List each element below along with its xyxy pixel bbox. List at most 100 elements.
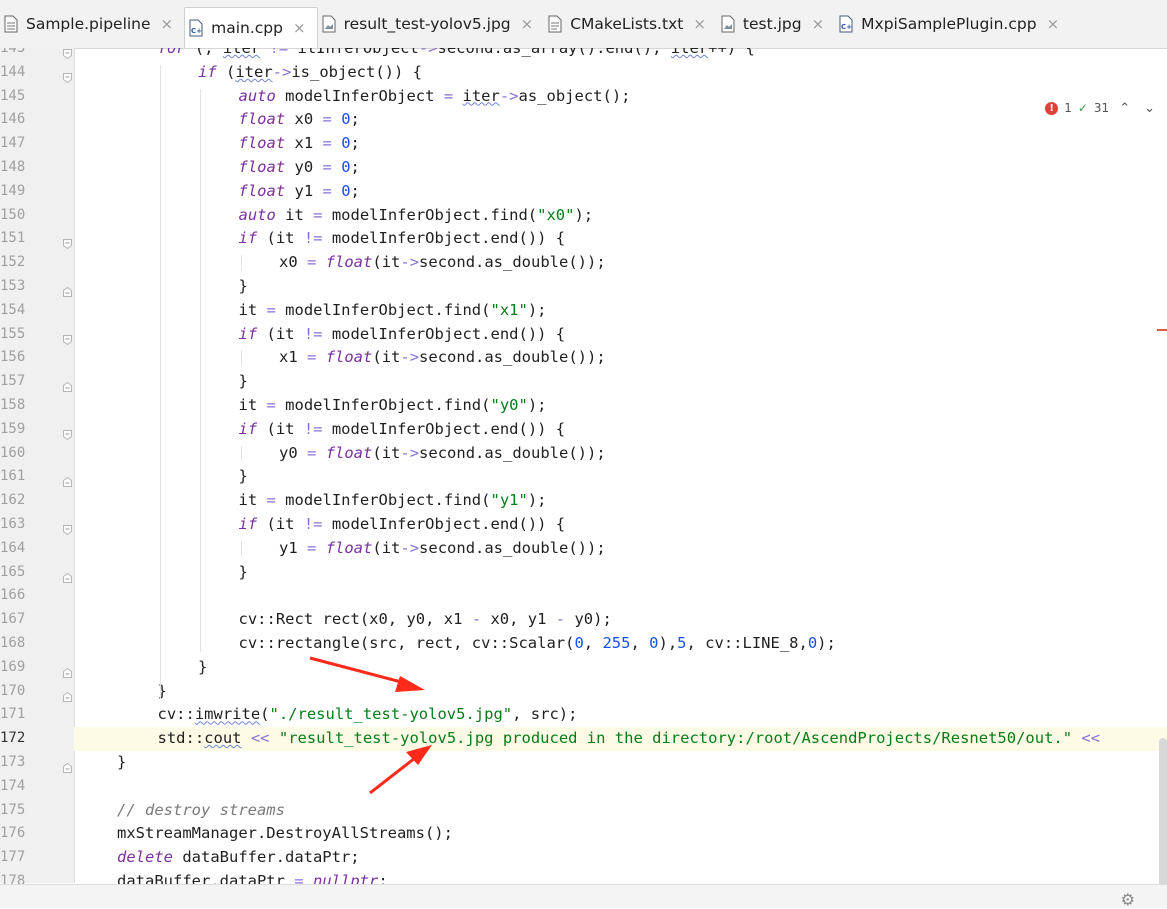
fold-end-icon[interactable] (63, 471, 72, 488)
code-text[interactable]: y0 = float(it->second.as_double()); (279, 442, 606, 466)
tab-test-jpg[interactable]: test.jpg × (717, 4, 835, 44)
code-line[interactable]: 157} (0, 370, 1167, 394)
close-icon[interactable]: × (812, 15, 825, 33)
code-line[interactable]: 155 if (it != modelInferObject.end()) { (0, 323, 1167, 347)
code-text[interactable]: // destroy streams (117, 799, 285, 823)
code-text[interactable]: x1 = float(it->second.as_double()); (279, 346, 606, 370)
fold-end-icon[interactable] (63, 567, 72, 583)
code-line[interactable]: 148 float y0 = 0; (0, 156, 1167, 180)
code-text[interactable]: it = modelInferObject.find("x1"); (239, 299, 547, 323)
inspection-widget[interactable]: ! 1 ✓ 31 ⌃ ⌄ (1045, 99, 1159, 117)
code-line[interactable]: 164 y1 = float(it->second.as_double()); (0, 537, 1167, 561)
code-line[interactable]: 147 float x1 = 0; (0, 132, 1167, 156)
close-icon[interactable]: × (521, 15, 534, 33)
vertical-scrollbar-thumb[interactable] (1159, 738, 1167, 903)
code-text[interactable]: delete dataBuffer.dataPtr; (117, 846, 360, 870)
code-text[interactable]: } (117, 751, 126, 775)
code-text[interactable]: mxStreamManager.DestroyAllStreams(); (117, 822, 453, 846)
code-text[interactable]: float x1 = 0; (239, 132, 360, 156)
code-text[interactable]: float y1 = 0; (239, 180, 360, 204)
code-line[interactable]: 177 delete dataBuffer.dataPtr; (0, 846, 1167, 870)
code-line[interactable]: 172 std::cout << "result_test-yolov5.jpg … (0, 727, 1167, 751)
code-line[interactable]: 161} (0, 465, 1167, 489)
tab-result-test-yolov5-jpg[interactable]: result_test-yolov5.jpg × (318, 4, 545, 44)
fold-collapse-icon[interactable] (63, 519, 72, 536)
fold-collapse-icon[interactable] (63, 67, 72, 83)
code-text[interactable]: } (239, 561, 248, 585)
code-line[interactable]: 154 it = modelInferObject.find("x1"); (0, 299, 1167, 323)
tab-cmakelists-txt[interactable]: CMakeLists.txt × (544, 4, 717, 44)
warning-count[interactable]: 31 (1094, 101, 1109, 115)
code-text[interactable]: } (239, 370, 248, 394)
fold-end-icon[interactable] (63, 757, 72, 773)
code-line[interactable]: 153} (0, 275, 1167, 299)
code-line[interactable]: 163 if (it != modelInferObject.end()) { (0, 513, 1167, 537)
tab-main-cpp[interactable]: C+ main.cpp × (184, 7, 318, 48)
code-line[interactable]: 162 it = modelInferObject.find("y1"); (0, 489, 1167, 513)
tab-mxpisampleplugin-cpp[interactable]: C+ MxpiSamplePlugin.cpp × (835, 4, 1070, 44)
fold-collapse-icon[interactable] (63, 48, 72, 60)
code-text[interactable]: auto it = modelInferObject.find("x0"); (239, 204, 594, 228)
previous-highlight-button[interactable]: ⌃ (1115, 101, 1134, 116)
code-text[interactable]: for (; iter != itInferObject->second.as_… (158, 48, 755, 61)
code-line[interactable]: 175 // destroy streams (0, 799, 1167, 823)
code-line[interactable]: 160 y0 = float(it->second.as_double()); (0, 442, 1167, 466)
code-text[interactable]: if (it != modelInferObject.end()) { (239, 418, 566, 442)
code-line[interactable]: 171 cv::imwrite("./result_test-yolov5.jpg… (0, 703, 1167, 727)
code-line[interactable]: 159 if (it != modelInferObject.end()) { (0, 418, 1167, 442)
next-highlight-button[interactable]: ⌄ (1140, 101, 1159, 116)
code-line[interactable]: 176 mxStreamManager.DestroyAllStreams(); (0, 822, 1167, 846)
code-text[interactable]: float y0 = 0; (239, 156, 360, 180)
code-text[interactable]: std::cout << "result_test-yolov5.jpg pro… (158, 727, 1101, 751)
code-text[interactable]: it = modelInferObject.find("y1"); (239, 489, 547, 513)
code-editor[interactable]: 143 for (; iter != itInferObject->second.… (0, 48, 1167, 907)
code-line[interactable]: 151 if (it != modelInferObject.end()) { (0, 227, 1167, 251)
fold-end-icon[interactable] (63, 376, 72, 393)
fold-collapse-icon[interactable] (63, 329, 72, 345)
code-line[interactable]: 146 float x0 = 0; (0, 108, 1167, 132)
error-count[interactable]: 1 (1064, 101, 1072, 115)
code-line[interactable]: 143 for (; iter != itInferObject->second.… (0, 48, 1167, 61)
error-stripe-marker[interactable] (1157, 329, 1167, 331)
gear-icon[interactable]: ⚙ (1121, 890, 1135, 909)
code-text[interactable]: x0 = float(it->second.as_double()); (279, 251, 606, 275)
code-text[interactable]: } (239, 275, 248, 299)
code-text[interactable]: cv::imwrite("./result_test-yolov5.jpg", … (158, 703, 578, 727)
code-text[interactable]: it = modelInferObject.find("y0"); (239, 394, 547, 418)
code-text[interactable]: } (239, 465, 248, 489)
fold-collapse-icon[interactable] (63, 424, 72, 440)
code-line[interactable]: 173} (0, 751, 1167, 775)
code-text[interactable]: cv::Rect rect(x0, y0, x1 - x0, y1 - y0); (239, 608, 612, 632)
code-text[interactable]: } (198, 656, 207, 680)
code-line[interactable]: 156 x1 = float(it->second.as_double()); (0, 346, 1167, 370)
code-text[interactable]: auto modelInferObject = iter->as_object(… (239, 85, 631, 109)
code-line[interactable]: 149 float y1 = 0; (0, 180, 1167, 204)
tab-sample-pipeline[interactable]: Sample.pipeline × (0, 4, 184, 44)
code-line[interactable]: 144 if (iter->is_object()) { (0, 61, 1167, 85)
code-line[interactable]: 170} (0, 680, 1167, 704)
close-icon[interactable]: × (1047, 15, 1060, 33)
code-text[interactable]: if (it != modelInferObject.end()) { (239, 227, 566, 251)
code-line[interactable]: 150 auto it = modelInferObject.find("x0")… (0, 204, 1167, 228)
close-icon[interactable]: × (293, 19, 306, 37)
fold-collapse-icon[interactable] (63, 233, 72, 250)
close-icon[interactable]: × (693, 15, 706, 33)
code-line[interactable]: 152 x0 = float(it->second.as_double()); (0, 251, 1167, 275)
fold-end-icon[interactable] (63, 662, 72, 678)
code-line[interactable]: 166 (0, 584, 1167, 608)
code-text[interactable]: if (iter->is_object()) { (198, 61, 422, 85)
code-text[interactable]: float x0 = 0; (239, 108, 360, 132)
code-line[interactable]: 174 (0, 775, 1167, 799)
code-line[interactable]: 168 cv::rectangle(src, rect, cv::Scalar(0… (0, 632, 1167, 656)
code-text[interactable]: cv::rectangle(src, rect, cv::Scalar(0, 2… (239, 632, 836, 656)
code-line[interactable]: 169} (0, 656, 1167, 680)
code-line[interactable]: 145 auto modelInferObject = iter->as_obje… (0, 85, 1167, 109)
code-line[interactable]: 165} (0, 561, 1167, 585)
code-text[interactable]: y1 = float(it->second.as_double()); (279, 537, 606, 561)
code-line[interactable]: 167 cv::Rect rect(x0, y0, x1 - x0, y1 - y… (0, 608, 1167, 632)
code-text[interactable]: if (it != modelInferObject.end()) { (239, 323, 566, 347)
close-icon[interactable]: × (161, 15, 174, 33)
code-line[interactable]: 158 it = modelInferObject.find("y0"); (0, 394, 1167, 418)
fold-end-icon[interactable] (63, 686, 72, 702)
fold-end-icon[interactable] (63, 281, 72, 297)
